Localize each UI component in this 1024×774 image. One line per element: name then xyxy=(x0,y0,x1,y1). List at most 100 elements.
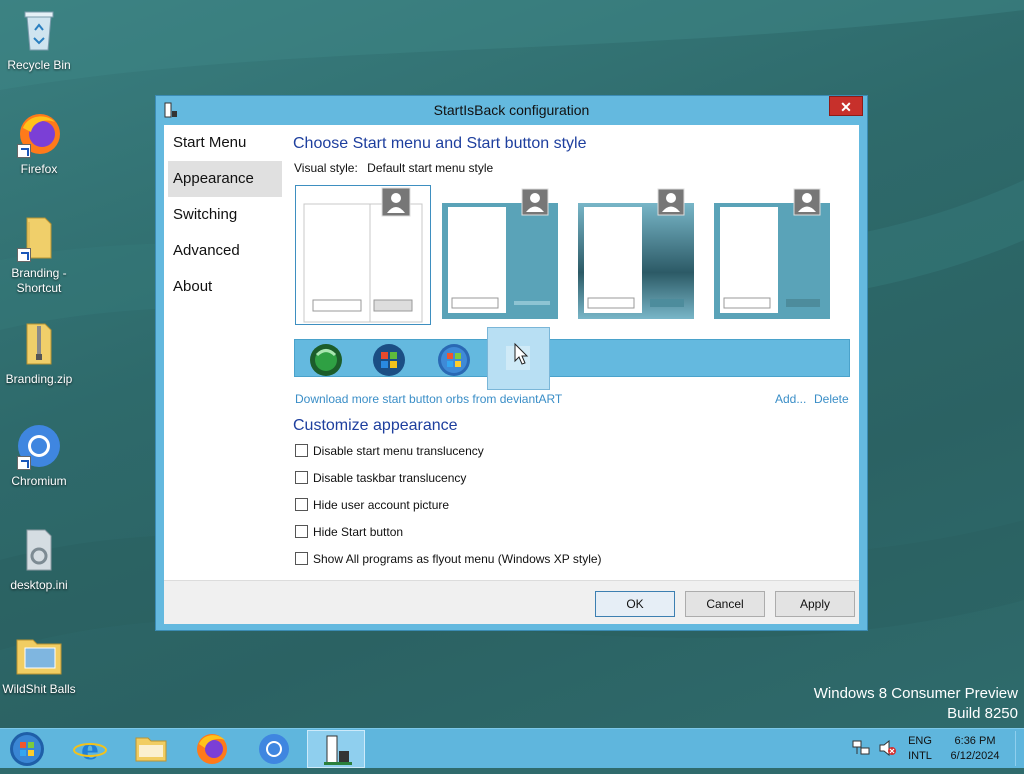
startisback-icon xyxy=(324,735,352,765)
delete-orb-link[interactable]: Delete xyxy=(814,392,849,406)
desktop-icon-label: WildShit Balls xyxy=(2,682,76,696)
checkbox-label: Disable taskbar translucency xyxy=(313,471,467,485)
style-preview-default xyxy=(303,187,423,323)
nav-item-switching[interactable]: Switching xyxy=(164,197,286,233)
style-thumbnail-4[interactable] xyxy=(712,187,832,321)
checkbox-flyout-all-programs[interactable]: Show All programs as flyout menu (Window… xyxy=(295,552,602,566)
visual-style-value: Default start menu style xyxy=(367,161,494,175)
settings-nav: Start Menu Appearance Switching Advanced… xyxy=(164,125,286,305)
style-preview-2 xyxy=(442,188,558,319)
recycle-bin-icon xyxy=(15,6,63,54)
desktop-icon-label: Branding.zip xyxy=(5,372,73,386)
watermark-line-2: Build 8250 xyxy=(947,705,1018,722)
nav-item-advanced[interactable]: Advanced xyxy=(164,233,286,269)
apply-button[interactable]: Apply xyxy=(775,591,855,617)
desktop-icon-branding-shortcut[interactable]: Branding - Shortcut xyxy=(0,214,78,296)
windows-orb-icon[interactable] xyxy=(372,343,406,377)
clock-time: 6:36 PM xyxy=(954,735,996,747)
os-watermark: Windows 8 Consumer Preview Build 8250 xyxy=(814,684,1018,724)
visual-style-label: Visual style: xyxy=(294,161,358,175)
desktop-icon-firefox[interactable]: Firefox xyxy=(0,110,78,177)
title-bar[interactable]: StartIsBack configuration ✕ xyxy=(156,96,867,124)
taskbar: e ENG INTL 6:36 PM 6/12/2024 xyxy=(0,728,1024,768)
desktop-icon-recycle-bin[interactable]: Recycle Bin xyxy=(0,6,78,73)
language-code: ENG xyxy=(908,735,932,747)
checkbox-label: Disable start menu translucency xyxy=(313,444,484,458)
green-orb-icon[interactable] xyxy=(309,343,343,377)
start-button[interactable] xyxy=(0,730,58,768)
style-preview-3 xyxy=(578,188,694,319)
startisback-config-window: StartIsBack configuration ✕ Start Menu A… xyxy=(155,95,868,631)
settings-file-icon xyxy=(15,526,63,574)
checkbox-hide-user-picture[interactable]: Hide user account picture xyxy=(295,498,449,512)
dialog-footer: OK Cancel Apply xyxy=(164,580,859,624)
taskbar-file-explorer[interactable] xyxy=(122,730,180,768)
checkbox-box[interactable] xyxy=(295,471,308,484)
nav-item-about[interactable]: About xyxy=(164,269,286,305)
ok-button[interactable]: OK xyxy=(595,591,675,617)
checkbox-box[interactable] xyxy=(295,525,308,538)
customize-section-heading: Customize appearance xyxy=(293,417,458,434)
checkbox-hide-start-button[interactable]: Hide Start button xyxy=(295,525,403,539)
checkbox-box[interactable] xyxy=(295,498,308,511)
shortcut-arrow-icon xyxy=(17,144,31,158)
transparent-orb-icon xyxy=(506,342,530,370)
firefox-icon xyxy=(15,110,63,158)
desktop-icon-label: Chromium xyxy=(11,474,67,488)
desktop-icon-desktop-ini[interactable]: desktop.ini xyxy=(0,526,78,593)
cancel-button[interactable]: Cancel xyxy=(685,591,765,617)
desktop-icon-chromium[interactable]: Chromium xyxy=(0,422,78,489)
taskbar-firefox[interactable] xyxy=(183,730,241,768)
style-preview-4 xyxy=(714,188,830,319)
desktop-icon-label: Recycle Bin xyxy=(7,58,71,72)
taskbar-startisback[interactable] xyxy=(307,730,365,768)
style-thumbnail-default[interactable] xyxy=(295,185,431,325)
checkbox-label: Hide Start button xyxy=(313,525,404,539)
checkbox-label: Show All programs as flyout menu (Window… xyxy=(313,552,602,566)
desktop-icon-label: Branding - Shortcut xyxy=(11,266,67,295)
checkbox-disable-taskbar-translucency[interactable]: Disable taskbar translucency xyxy=(295,471,466,485)
network-icon[interactable] xyxy=(852,740,870,756)
internet-explorer-icon: e xyxy=(73,733,107,766)
shortcut-arrow-icon xyxy=(17,456,31,470)
style-thumbnail-2[interactable] xyxy=(440,187,560,321)
windows-7-orb-icon[interactable] xyxy=(437,343,471,377)
window-client: Start Menu Appearance Switching Advanced… xyxy=(164,125,859,624)
style-section-heading: Choose Start menu and Start button style xyxy=(293,135,587,152)
taskbar-internet-explorer[interactable]: e xyxy=(61,730,119,768)
volume-muted-icon[interactable] xyxy=(878,739,896,757)
keyboard-layout: INTL xyxy=(908,750,932,762)
file-explorer-icon xyxy=(135,737,167,762)
start-orb-strip xyxy=(294,327,850,390)
style-thumbnail-3[interactable] xyxy=(576,187,696,321)
checkbox-disable-menu-translucency[interactable]: Disable start menu translucency xyxy=(295,444,484,458)
clock[interactable]: 6:36 PM 6/12/2024 xyxy=(944,734,1006,764)
desktop-icon-branding-zip[interactable]: Branding.zip xyxy=(0,320,78,387)
chromium-icon xyxy=(259,734,289,764)
download-orbs-link[interactable]: Download more start button orbs from dev… xyxy=(295,392,562,406)
add-orb-link[interactable]: Add... xyxy=(775,392,806,406)
close-button[interactable]: ✕ xyxy=(829,96,863,116)
nav-item-start-menu[interactable]: Start Menu xyxy=(164,125,286,161)
desktop-icon-label: desktop.ini xyxy=(10,578,68,592)
start-orb-icon xyxy=(10,732,44,766)
nav-item-appearance[interactable]: Appearance xyxy=(168,161,282,197)
desktop-icon-label: Firefox xyxy=(20,162,58,176)
clock-date: 6/12/2024 xyxy=(950,750,1000,762)
taskbar-chromium[interactable] xyxy=(244,730,302,768)
zip-folder-icon xyxy=(15,320,63,368)
checkbox-box[interactable] xyxy=(295,552,308,565)
show-desktop-button[interactable] xyxy=(1015,731,1024,766)
desktop-icon-wildshit-balls[interactable]: WildShit Balls xyxy=(0,630,78,697)
folder-icon xyxy=(15,630,63,678)
watermark-line-1: Windows 8 Consumer Preview xyxy=(813,685,1018,702)
input-language-indicator[interactable]: ENG INTL xyxy=(902,734,938,764)
svg-text:e: e xyxy=(81,733,99,766)
shortcut-arrow-icon xyxy=(17,248,31,262)
checkbox-box[interactable] xyxy=(295,444,308,457)
selected-orb-slot[interactable] xyxy=(487,327,550,390)
checkbox-label: Hide user account picture xyxy=(313,498,450,512)
chromium-icon xyxy=(15,422,63,470)
folder-icon xyxy=(15,214,63,262)
visual-style-row: Visual style: Default start menu style xyxy=(294,161,493,175)
